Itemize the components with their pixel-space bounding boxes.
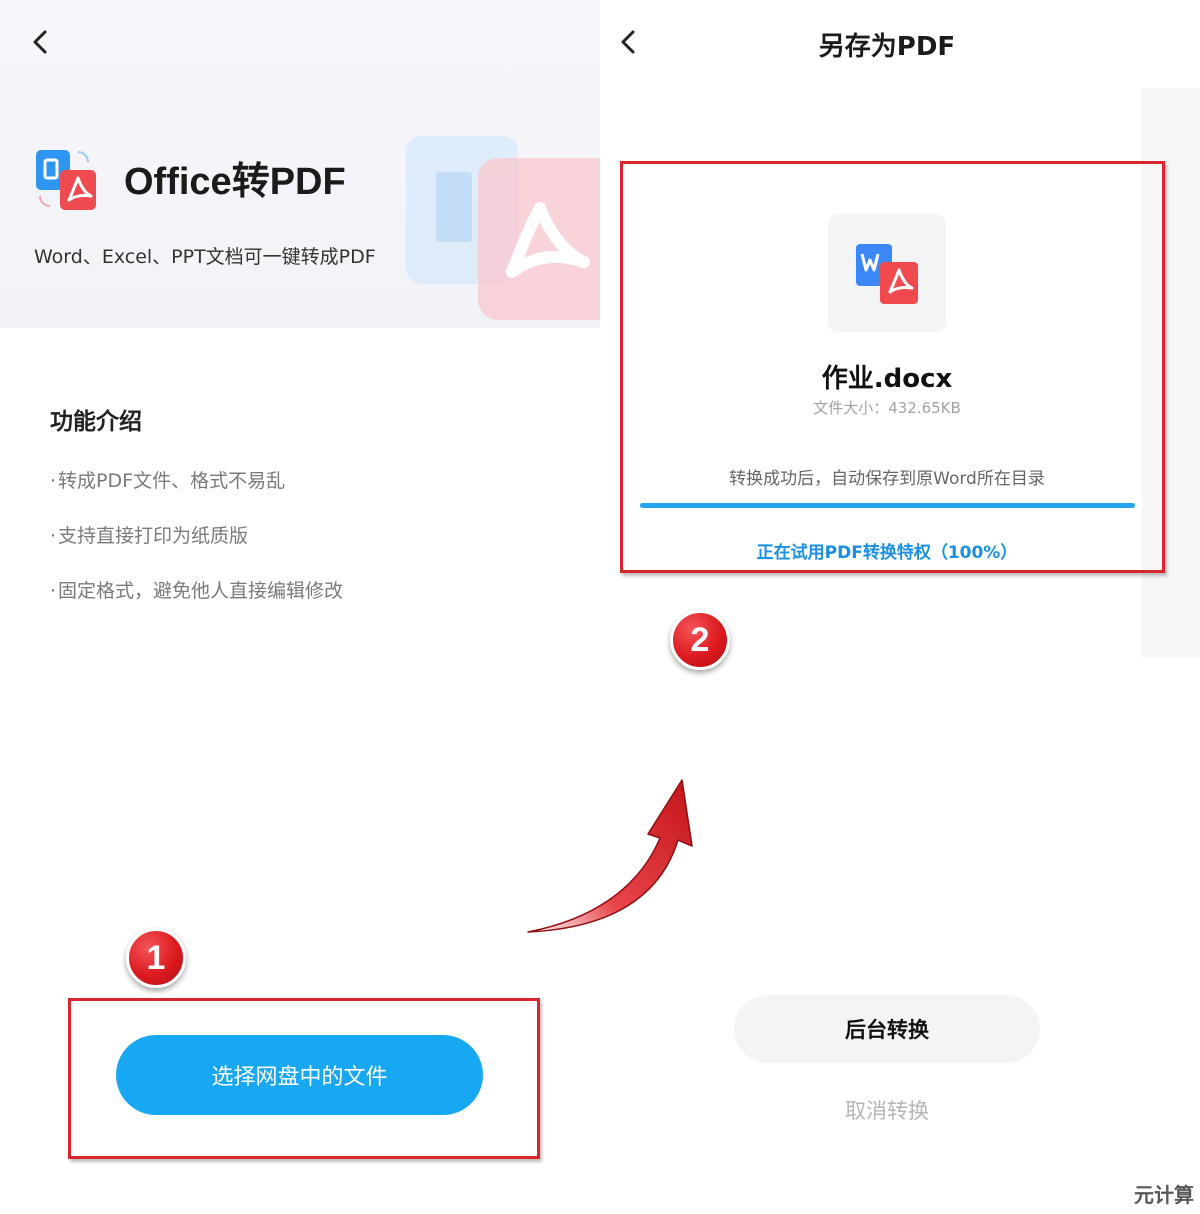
chevron-left-icon xyxy=(33,30,47,54)
app-subtitle: Word、Excel、PPT文档可一键转成PDF xyxy=(34,246,376,268)
back-button[interactable] xyxy=(20,22,60,62)
feature-item: 转成PDF文件、格式不易乱 xyxy=(50,466,343,521)
page-title: 另存为PDF xyxy=(818,32,956,62)
step2-highlight-box xyxy=(620,161,1165,573)
background-convert-button[interactable]: 后台转换 xyxy=(734,995,1040,1063)
feature-section-title: 功能介绍 xyxy=(50,409,142,435)
step1-badge: 1 xyxy=(126,928,186,988)
curved-arrow-icon xyxy=(527,779,693,933)
feature-item: 固定格式，避免他人直接编辑修改 xyxy=(50,576,343,631)
step2-badge: 2 xyxy=(670,610,730,670)
app-title: Office转PDF xyxy=(124,161,346,203)
watermark: 元计算 xyxy=(1134,1183,1194,1207)
cancel-convert-button[interactable]: 取消转换 xyxy=(600,1095,1174,1125)
feature-item: 支持直接打印为纸质版 xyxy=(50,521,343,576)
step1-highlight-box xyxy=(68,998,540,1159)
hero-decoration-icon xyxy=(406,136,600,320)
feature-list: 转成PDF文件、格式不易乱 支持直接打印为纸质版 固定格式，避免他人直接编辑修改 xyxy=(50,466,343,631)
office-to-pdf-icon xyxy=(36,150,96,210)
